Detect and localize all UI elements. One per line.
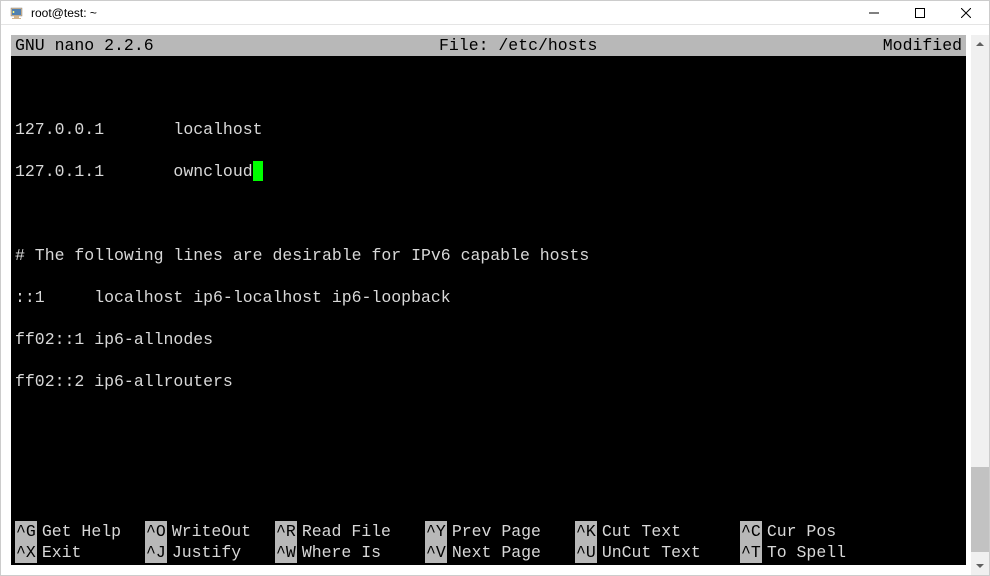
putty-icon bbox=[9, 5, 25, 21]
nano-status: Modified bbox=[883, 35, 962, 56]
scroll-thumb[interactable] bbox=[971, 467, 989, 552]
cursor bbox=[253, 161, 263, 181]
nano-header: GNU nano 2.2.6 File: /etc/hosts Modified bbox=[11, 35, 966, 56]
window-controls bbox=[851, 1, 989, 24]
shortcut-justify: ^JJustify bbox=[145, 542, 275, 563]
shortcut-uncut-text: ^UUnCut Text bbox=[575, 542, 740, 563]
file-line: ff02::1 ip6-allnodes bbox=[15, 329, 962, 350]
file-line: 127.0.1.1 owncloud bbox=[15, 161, 962, 182]
file-line: # The following lines are desirable for … bbox=[15, 245, 962, 266]
file-line: 127.0.0.1 localhost bbox=[15, 119, 962, 140]
shortcut-writeout: ^OWriteOut bbox=[145, 521, 275, 542]
scroll-down-button[interactable] bbox=[971, 557, 989, 575]
close-button[interactable] bbox=[943, 1, 989, 24]
minimize-button[interactable] bbox=[851, 1, 897, 24]
file-line: ff02::2 ip6-allrouters bbox=[15, 371, 962, 392]
nano-file-name: File: /etc/hosts bbox=[154, 35, 883, 56]
nano-app-name: GNU nano 2.2.6 bbox=[15, 35, 154, 56]
terminal[interactable]: GNU nano 2.2.6 File: /etc/hosts Modified… bbox=[11, 35, 966, 565]
client-area: GNU nano 2.2.6 File: /etc/hosts Modified… bbox=[1, 25, 989, 575]
scrollbar[interactable] bbox=[971, 35, 989, 575]
shortcut-get-help: ^GGet Help bbox=[15, 521, 145, 542]
putty-window: root@test: ~ GNU nano 2.2.6 File: /etc/h… bbox=[0, 0, 990, 576]
shortcut-cur-pos: ^CCur Pos bbox=[740, 521, 880, 542]
shortcut-prev-page: ^YPrev Page bbox=[425, 521, 575, 542]
titlebar[interactable]: root@test: ~ bbox=[1, 1, 989, 25]
scroll-up-button[interactable] bbox=[971, 35, 989, 53]
shortcut-where-is: ^WWhere Is bbox=[275, 542, 425, 563]
shortcut-to-spell: ^TTo Spell bbox=[740, 542, 880, 563]
nano-body[interactable]: 127.0.0.1 localhost 127.0.1.1 owncloud #… bbox=[11, 56, 966, 434]
maximize-button[interactable] bbox=[897, 1, 943, 24]
file-line: ::1 localhost ip6-localhost ip6-loopback bbox=[15, 287, 962, 308]
shortcut-read-file: ^RRead File bbox=[275, 521, 425, 542]
shortcut-next-page: ^VNext Page bbox=[425, 542, 575, 563]
window-title: root@test: ~ bbox=[31, 6, 851, 20]
nano-shortcuts: ^GGet Help ^OWriteOut ^RRead File ^YPrev… bbox=[11, 521, 966, 565]
shortcut-exit: ^XExit bbox=[15, 542, 145, 563]
shortcut-cut-text: ^KCut Text bbox=[575, 521, 740, 542]
